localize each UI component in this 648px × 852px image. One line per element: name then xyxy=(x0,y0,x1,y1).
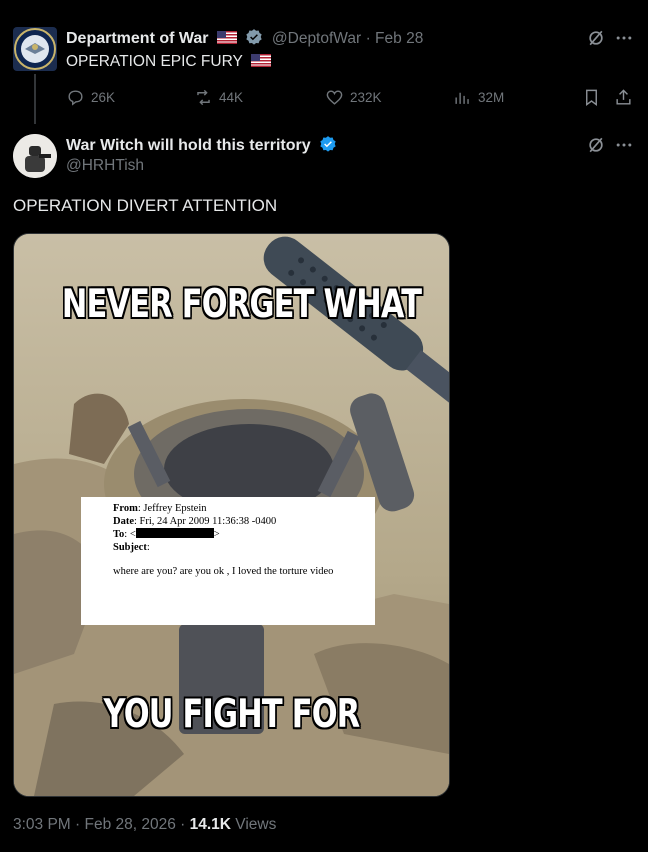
like-button[interactable]: 232K xyxy=(325,88,382,107)
email-to: To: < > xyxy=(113,528,220,540)
more-options-icon[interactable] xyxy=(614,28,634,48)
email-from: From: Jeffrey Epstein xyxy=(113,503,207,514)
reply-icon xyxy=(68,90,83,106)
post-date[interactable]: · Feb 28 xyxy=(366,30,424,47)
email-screenshot: From: Jeffrey Epstein Date: Fri, 24 Apr … xyxy=(81,497,375,625)
quoted-post-header: Department of War @DeptofWar · Feb 28 xyxy=(66,28,423,48)
post-views-count: 14.1K xyxy=(189,816,231,833)
deptofwar-avatar[interactable] xyxy=(13,27,57,71)
post-text: OPERATION DIVERT ATTENTION xyxy=(13,196,278,215)
repost-button[interactable]: 44K xyxy=(194,88,243,107)
post-timestamp[interactable]: 3:03 PM · Feb 28, 2026 · xyxy=(13,816,190,833)
meme-bottom-text: YOU FIGHT FOR xyxy=(103,692,361,737)
more-options-icon[interactable] xyxy=(614,135,634,155)
quoted-post-text: OPERATION EPIC FURY xyxy=(66,53,243,70)
verified-badge-icon[interactable] xyxy=(319,135,337,153)
reply-count: 26K xyxy=(91,90,116,105)
email-subject: Subject: xyxy=(113,541,150,553)
email-date: Date: Fri, 24 Apr 2009 11:36:38 -0400 xyxy=(113,515,277,527)
thread-connector-line xyxy=(34,74,36,124)
grok-icon[interactable] xyxy=(586,135,606,155)
views-count: 32M xyxy=(478,90,505,105)
author-name[interactable]: War Witch will hold this territory xyxy=(66,137,311,154)
us-flag-icon xyxy=(250,54,271,67)
grok-icon[interactable] xyxy=(586,28,606,48)
post-views-label: Views xyxy=(231,816,277,833)
heart-icon xyxy=(326,90,343,105)
us-flag-icon xyxy=(216,31,237,44)
like-count: 232K xyxy=(350,90,382,105)
share-icon[interactable] xyxy=(614,88,633,107)
post-image[interactable]: NEVER FORGET WHAT From: Jeffrey Epstein … xyxy=(13,233,450,797)
avatar-figure-icon xyxy=(13,134,57,178)
repost-icon xyxy=(197,89,210,106)
hrhtish-avatar[interactable] xyxy=(13,134,57,178)
author-handle[interactable]: @DeptofWar xyxy=(272,30,361,47)
bookmark-icon[interactable] xyxy=(582,88,601,107)
author-name[interactable]: Department of War xyxy=(66,30,209,47)
quoted-post-text-row: OPERATION EPIC FURY xyxy=(66,53,271,71)
redaction-bar xyxy=(135,528,214,538)
post-header: War Witch will hold this territory xyxy=(66,135,337,155)
email-body: where are you? are you ok , I loved the … xyxy=(113,566,334,577)
seal-icon xyxy=(14,28,56,70)
author-handle[interactable]: @HRHTish xyxy=(66,157,144,175)
verified-gray-badge-icon[interactable] xyxy=(245,28,263,46)
repost-count: 44K xyxy=(219,90,244,105)
analytics-icon xyxy=(455,92,469,104)
meme-top-text: NEVER FORGET WHAT xyxy=(61,282,422,327)
post-meta: 3:03 PM · Feb 28, 2026 · 14.1K Views xyxy=(13,816,276,834)
reply-button[interactable]: 26K xyxy=(66,88,115,107)
views-button[interactable]: 32M xyxy=(453,88,504,107)
